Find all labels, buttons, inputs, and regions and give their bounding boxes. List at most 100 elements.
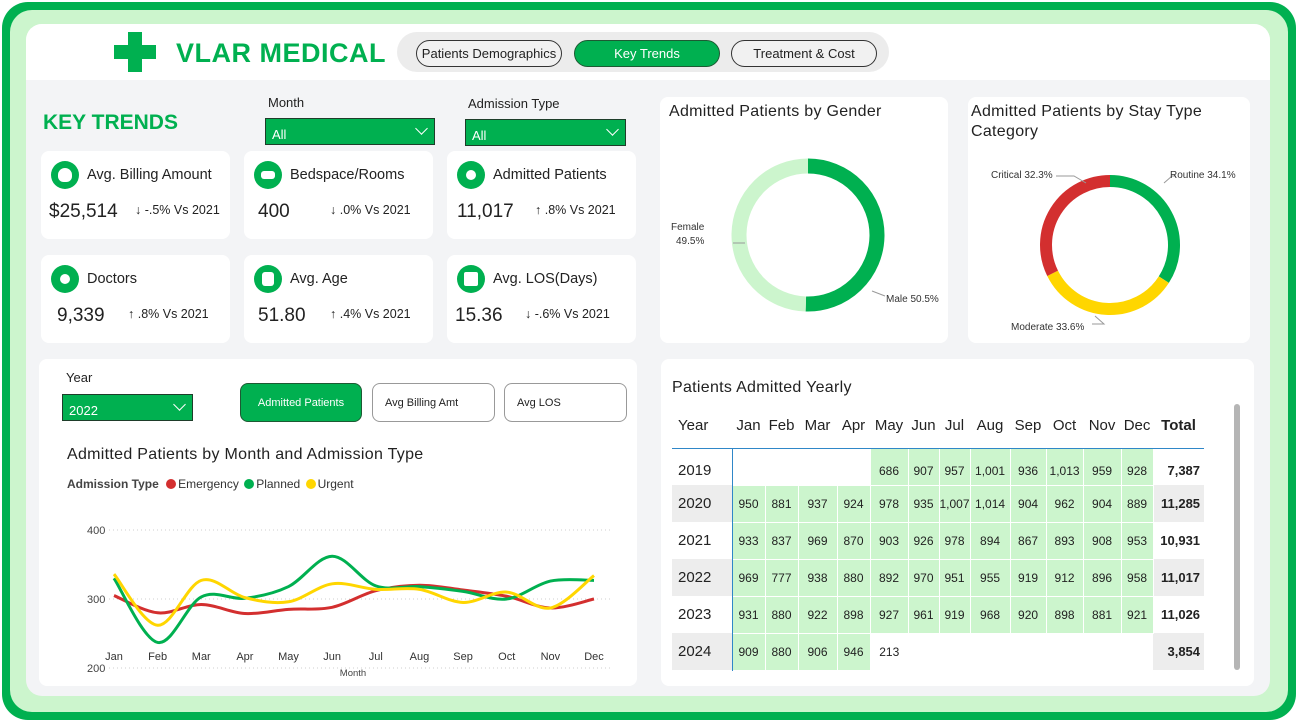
donut-slice-moderate[interactable] xyxy=(1047,270,1169,315)
matrix-cell xyxy=(765,448,798,485)
matrix-column-header: Jun xyxy=(908,403,939,449)
x-tick-label: May xyxy=(278,651,299,663)
matrix-cell: 928 xyxy=(1120,447,1154,486)
admission-trend-card: Year 2022 Admitted Patients Avg Billing … xyxy=(39,359,637,686)
x-axis-title: Month xyxy=(340,668,366,679)
matrix-column-header: Mar xyxy=(798,403,837,449)
gender-donut-svg: Female 49.5% Male 50.5% xyxy=(671,158,939,312)
matrix-cell: 958 xyxy=(1120,558,1154,597)
matrix-cell: 957 xyxy=(938,447,971,486)
matrix-cell: 908 xyxy=(1082,521,1122,560)
matrix-cell xyxy=(732,448,765,485)
medical-cross-icon xyxy=(114,32,156,72)
matrix-cell: 950 xyxy=(731,484,766,523)
row-total-cell: 11,285 xyxy=(1153,485,1205,522)
matrix-cell xyxy=(1083,633,1121,670)
row-total-cell: 7,387 xyxy=(1167,463,1201,479)
chevron-down-icon xyxy=(606,123,619,136)
donut-slice-critical[interactable] xyxy=(1040,175,1111,276)
matrix-header-row: Year Jan Feb Mar Apr May Jun Jul Aug Sep Oct Nov Dec… xyxy=(672,403,1205,449)
month-dropdown[interactable]: All xyxy=(265,118,435,145)
matrix-cell: 1,014 xyxy=(969,484,1011,523)
matrix-cell: 931 xyxy=(731,595,766,634)
matrix-cell: 962 xyxy=(1045,484,1084,523)
matrix-scrollbar[interactable] xyxy=(1234,404,1240,670)
matrix-cell: 903 xyxy=(869,521,909,560)
y-tick-label: 200 xyxy=(87,663,105,675)
kpi-delta: ↓ -.5% Vs 2021 xyxy=(135,203,220,217)
matrix-cell: 880 xyxy=(764,595,799,634)
kpi-value: 51.80 xyxy=(258,305,306,326)
matrix-cell: 951 xyxy=(938,558,971,597)
admission-type-dropdown[interactable]: All xyxy=(465,119,626,146)
kpi-value: 9,339 xyxy=(57,305,105,326)
donut-slice-male[interactable] xyxy=(805,158,885,312)
x-tick-label: Jul xyxy=(369,651,383,663)
x-tick-label: Apr xyxy=(236,651,253,663)
row-total-cell: 11,017 xyxy=(1153,559,1205,596)
matrix-title: Patients Admitted Yearly xyxy=(672,379,852,396)
matrix-cell xyxy=(1121,633,1153,670)
matrix-cell: 927 xyxy=(869,595,909,634)
kpi-card-doctors: Doctors 9,339 ↑ .8% Vs 2021 xyxy=(41,255,230,343)
tab-key-trends[interactable]: Key Trends xyxy=(574,40,720,67)
admission-type-dropdown-value: All xyxy=(472,128,487,143)
table-row: 2024 909 880 906 946 213 3,854 xyxy=(672,632,1205,671)
matrix-cell: 867 xyxy=(1009,521,1047,560)
donut-slice-female[interactable] xyxy=(731,158,809,312)
row-year-cell: 2021 xyxy=(672,522,733,559)
table-row: 2021 933 837 969 870 903 926 978 894 867 893 908 953… xyxy=(672,521,1204,560)
matrix-cell: 978 xyxy=(869,484,909,523)
matrix-column-header: Feb xyxy=(765,403,798,449)
matrix-cell: 1,001 xyxy=(969,447,1011,486)
row-year-cell: 2020 xyxy=(672,485,733,522)
matrix-cell: 968 xyxy=(969,595,1011,634)
female-label: Female xyxy=(671,222,705,233)
tab-treatment-cost[interactable]: Treatment & Cost xyxy=(731,40,877,67)
x-tick-label: Sep xyxy=(453,651,473,663)
kpi-label: Avg. Age xyxy=(290,271,348,287)
top-bar: VLAR MEDICAL Patients Demographics Key T… xyxy=(26,24,1270,80)
row-total-cell: 3,854 xyxy=(1153,633,1205,670)
x-tick-label: Nov xyxy=(541,651,561,663)
routine-label: Routine 34.1% xyxy=(1170,170,1236,181)
kpi-card-bedspace: Bedspace/Rooms 400 ↓ .0% Vs 2021 xyxy=(244,151,433,239)
male-label: Male 50.5% xyxy=(886,294,939,305)
kpi-card-avg-age: Avg. Age 51.80 ↑ .4% Vs 2021 xyxy=(244,255,433,343)
stay-donut-svg: Critical 32.3% Routine 34.1% Moderate 33… xyxy=(991,170,1236,333)
matrix-cell: 870 xyxy=(836,521,871,560)
x-tick-label: Oct xyxy=(498,651,515,663)
kpi-label: Bedspace/Rooms xyxy=(290,167,405,183)
matrix-cell: 881 xyxy=(1082,595,1122,634)
x-tick-label: Jun xyxy=(323,651,341,663)
tab-patients-demographics[interactable]: Patients Demographics xyxy=(416,40,562,67)
matrix-cell: 969 xyxy=(731,558,766,597)
page-title: KEY TRENDS xyxy=(43,111,178,134)
yearly-matrix-table: Year Jan Feb Mar Apr May Jun Jul Aug Sep Oct Nov Dec… xyxy=(672,403,1205,671)
table-row: 2019 686 907 957 1,001 936 1,013 959 928 7,387 xyxy=(672,447,1204,486)
y-tick-label: 300 xyxy=(87,594,105,606)
matrix-cell: 904 xyxy=(1082,484,1122,523)
matrix-cell: 922 xyxy=(797,595,838,634)
matrix-cell: 946 xyxy=(836,632,871,671)
matrix-cell: 912 xyxy=(1045,558,1084,597)
matrix-cell: 938 xyxy=(797,558,838,597)
matrix-column-header: Total xyxy=(1153,403,1205,449)
matrix-cell: 777 xyxy=(764,558,799,597)
matrix-cell: 1,007 xyxy=(938,484,971,523)
matrix-column-header: Oct xyxy=(1046,403,1084,449)
family-icon xyxy=(254,265,282,293)
calendar-icon xyxy=(457,265,485,293)
patient-icon xyxy=(457,161,485,189)
row-year-cell: 2019 xyxy=(672,448,733,485)
kpi-card-admitted: Admitted Patients 11,017 ↑ .8% Vs 2021 xyxy=(447,151,636,239)
matrix-column-header: Apr xyxy=(837,403,870,449)
matrix-cell: 920 xyxy=(1009,595,1047,634)
matrix-cell: 880 xyxy=(836,558,871,597)
matrix-column-header: Jul xyxy=(939,403,971,449)
matrix-column-header: Sep xyxy=(1010,403,1047,449)
month-dropdown-value: All xyxy=(272,127,287,142)
matrix-column-header: Dec xyxy=(1121,403,1154,449)
donut-slice-routine[interactable] xyxy=(1109,175,1180,283)
dashboard-canvas: VLAR MEDICAL Patients Demographics Key T… xyxy=(26,24,1270,696)
